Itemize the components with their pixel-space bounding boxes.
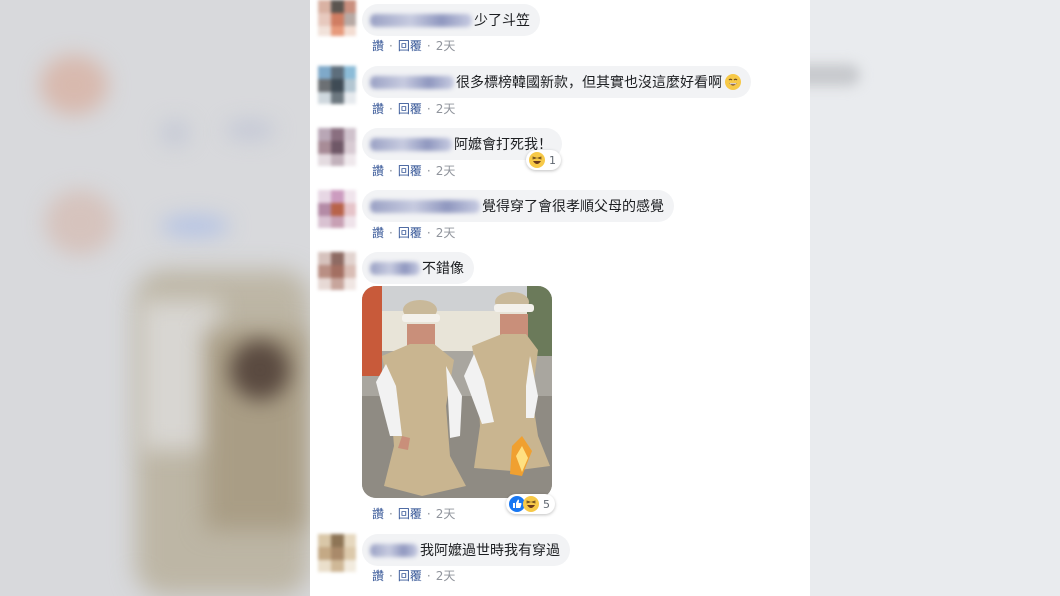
commenter-name[interactable] [370,199,480,213]
comment-bubble: 不錯像 [362,252,474,284]
reaction-summary[interactable]: 5 [506,494,555,514]
avatar[interactable] [318,128,356,166]
grin-emoji-icon [725,74,741,90]
comment-text: 覺得穿了會很孝順父母的感覺 [482,199,664,215]
comment-actions: 讚 · 回覆 · 2天 [372,39,456,53]
comment-text: 少了斗笠 [474,13,530,29]
comment-text: 不錯像 [422,261,464,277]
comment-actions: 讚 · 回覆 · 2天 [372,226,456,240]
comment-time[interactable]: 2天 [436,164,456,178]
comment-bubble: 我阿嬤過世時我有穿過 [362,534,570,566]
comment-actions: 讚 · 回覆 · 2天 [372,507,456,521]
comment-feed: 少了斗笠 讚 · 回覆 · 2天 很多標榜韓國新款，但其實也沒這麼好看啊 讚 ·… [310,0,810,596]
reply-link[interactable]: 回覆 [398,507,422,521]
comment-bubble: 少了斗笠 [362,4,540,36]
comment-time[interactable]: 2天 [436,226,456,240]
avatar[interactable] [318,0,356,36]
avatar[interactable] [318,190,356,228]
blurred-backdrop [0,0,310,596]
reply-link[interactable]: 回覆 [398,226,422,240]
commenter-name[interactable] [370,75,454,89]
commenter-name[interactable] [370,137,452,151]
like-link[interactable]: 讚 [372,164,384,178]
comment-actions: 讚 · 回覆 · 2天 [372,569,456,583]
comment-bubble: 很多標榜韓國新款，但其實也沒這麼好看啊 [362,66,751,98]
reaction-count: 5 [543,497,550,511]
like-link[interactable]: 讚 [372,39,384,53]
like-link[interactable]: 讚 [372,569,384,583]
comment-time[interactable]: 2天 [436,102,456,116]
commenter-name[interactable] [370,13,472,27]
comment-actions: 讚 · 回覆 · 2天 [372,164,456,178]
like-link[interactable]: 讚 [372,102,384,116]
comment-text: 很多標榜韓國新款，但其實也沒這麼好看啊 [456,75,722,91]
commenter-name[interactable] [370,543,418,557]
comment-photo[interactable] [362,286,552,498]
avatar[interactable] [318,66,356,104]
reply-link[interactable]: 回覆 [398,164,422,178]
like-link[interactable]: 讚 [372,226,384,240]
comment-actions: 讚 · 回覆 · 2天 [372,102,456,116]
comment-time[interactable]: 2天 [436,569,456,583]
haha-reaction-icon [529,152,545,168]
comment-bubble: 覺得穿了會很孝順父母的感覺 [362,190,674,222]
commenter-name[interactable] [370,261,420,275]
comment-text: 我阿嬤過世時我有穿過 [420,543,560,559]
like-link[interactable]: 讚 [372,507,384,521]
reaction-summary[interactable]: 1 [526,150,561,170]
haha-reaction-icon [523,496,539,512]
comment-time[interactable]: 2天 [436,507,456,521]
comment-time[interactable]: 2天 [436,39,456,53]
reply-link[interactable]: 回覆 [398,39,422,53]
reply-link[interactable]: 回覆 [398,569,422,583]
reply-link[interactable]: 回覆 [398,102,422,116]
avatar[interactable] [318,252,356,290]
reaction-count: 1 [549,153,556,167]
avatar[interactable] [318,534,356,572]
